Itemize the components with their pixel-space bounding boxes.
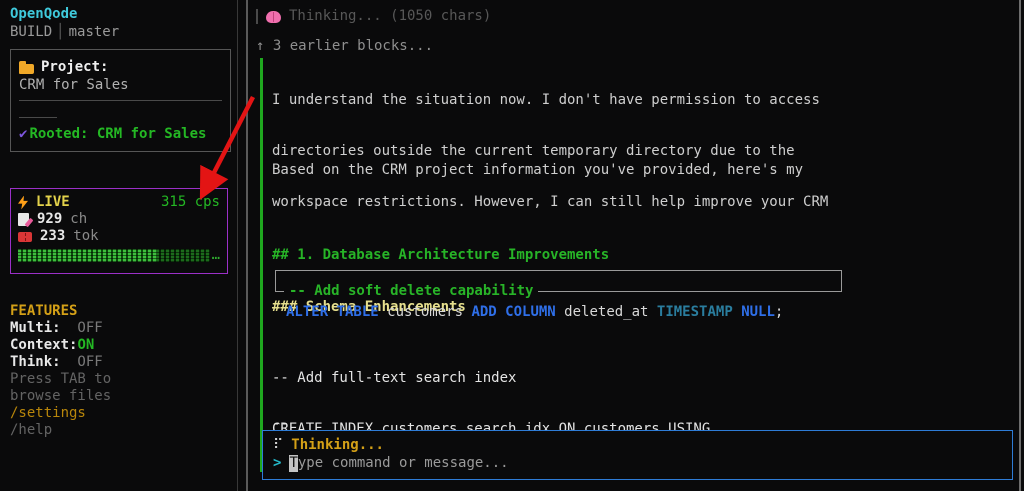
sql-code-block: -- Add soft delete capability ALTER TABL… <box>260 266 842 327</box>
rooted-status: Rooted: CRM for Sales <box>29 126 206 143</box>
char-unit: ch <box>70 211 87 228</box>
zap-icon <box>18 196 28 210</box>
sql-statement: ALTER TABLE customers ADD COLUMN deleted… <box>272 304 842 321</box>
app-root: OpenQode BUILD│master Project: CRM for S… <box>0 0 1024 491</box>
live-stats-panel: LIVE 315 cps 929 ch 233 tok … <box>10 188 228 274</box>
memo-icon <box>18 213 29 226</box>
divider <box>19 100 222 101</box>
divider-short <box>19 117 57 118</box>
feature-think: Think: OFF <box>10 354 111 371</box>
input-placeholder: ype command or message... <box>298 455 509 472</box>
build-branch-row: BUILD│master <box>10 24 119 41</box>
progress-ellipsis: … <box>212 249 220 262</box>
project-label: Project: <box>41 59 108 76</box>
input-prompt-row[interactable]: > T ype command or message... <box>273 454 1002 472</box>
features-panel: FEATURES Multi: OFF Context:ON Think: OF… <box>10 303 111 439</box>
progress-bar: … <box>18 249 220 262</box>
text-cursor: T <box>289 455 297 472</box>
tab-hint-line2: browse files <box>10 388 111 405</box>
token-count: 233 <box>40 228 65 245</box>
tab-hint-line1: Press TAB to <box>10 371 111 388</box>
chat-main-panel: Thinking... (1050 chars) ↑ 3 earlier blo… <box>250 0 1020 491</box>
project-panel: Project: CRM for Sales ✔ Rooted: CRM for… <box>10 49 231 152</box>
input-status-label: Thinking... <box>291 437 384 454</box>
thinking-header: Thinking... (1050 chars) <box>256 8 491 25</box>
settings-command[interactable]: /settings <box>10 405 111 422</box>
build-label: BUILD <box>10 24 52 40</box>
app-title: OpenQode <box>10 6 77 23</box>
cps-rate: 315 cps <box>161 194 220 211</box>
header-bar <box>256 9 258 24</box>
check-icon: ✔ <box>19 126 27 143</box>
progress-fill <box>18 249 156 262</box>
earlier-blocks-note: ↑ 3 earlier blocks... <box>256 38 433 55</box>
spinner-icon: ⠏ <box>273 437 283 454</box>
live-status-label: LIVE <box>36 194 70 211</box>
feature-multi: Multi: OFF <box>10 320 111 337</box>
project-name: CRM for Sales <box>19 77 222 97</box>
thinking-header-label: Thinking... (1050 chars) <box>289 8 491 25</box>
char-count: 929 <box>37 211 62 228</box>
panel-divider-inner <box>246 0 248 491</box>
prompt-icon: > <box>273 455 281 472</box>
rooted-status-row: ✔ Rooted: CRM for Sales <box>19 124 222 144</box>
branch-name: master <box>69 24 120 40</box>
command-input-box[interactable]: ⠏ Thinking... > T ype command or message… <box>262 430 1013 480</box>
code-box-frame: -- Add soft delete capability <box>275 270 842 292</box>
token-unit: tok <box>73 228 98 245</box>
progress-track <box>156 249 210 262</box>
code-box-title: -- Add soft delete capability <box>284 283 538 300</box>
folder-icon <box>19 61 34 74</box>
input-status-row: ⠏ Thinking... <box>273 436 1002 454</box>
panel-divider-outer <box>237 0 238 491</box>
feature-context: Context:ON <box>10 337 111 354</box>
sql-comment: -- Add full-text search index <box>272 370 710 387</box>
help-command[interactable]: /help <box>10 422 111 439</box>
brain-icon <box>266 11 281 23</box>
ticket-icon <box>18 232 32 242</box>
features-title: FEATURES <box>10 303 111 320</box>
build-separator: │ <box>52 24 68 40</box>
